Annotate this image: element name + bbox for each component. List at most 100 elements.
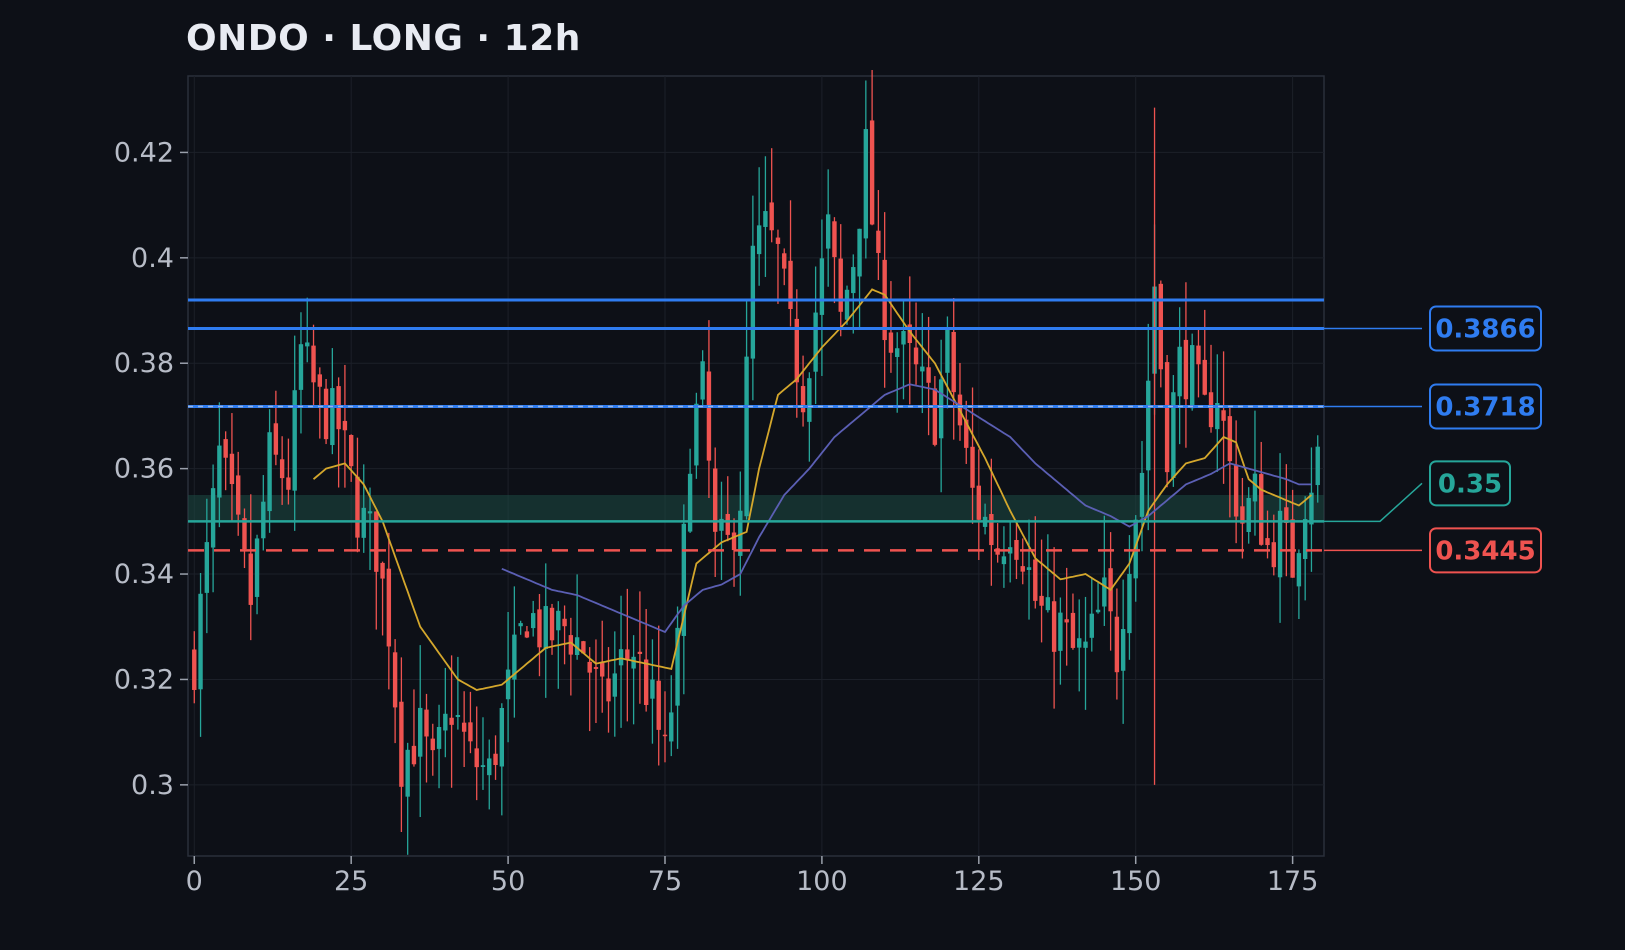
candle-body-down bbox=[593, 667, 599, 669]
candle-body-up bbox=[857, 228, 862, 277]
candle-body-down bbox=[1051, 601, 1057, 652]
candle-body-down bbox=[606, 678, 611, 702]
candle-body-up bbox=[443, 713, 448, 731]
candle-body-up bbox=[1252, 473, 1258, 502]
candle-body-up bbox=[204, 542, 210, 593]
candle-body-up bbox=[813, 312, 818, 372]
candle-body-down bbox=[562, 618, 567, 627]
candle-body-down bbox=[392, 652, 398, 708]
x-tick-label: 175 bbox=[1267, 866, 1319, 897]
candle-body-up bbox=[198, 593, 203, 690]
candle-body-up bbox=[895, 348, 900, 357]
candle-body-up bbox=[687, 473, 693, 532]
y-tick-label: 0.32 bbox=[114, 664, 174, 695]
candle-body-up bbox=[744, 356, 749, 517]
candle-body-down bbox=[775, 237, 781, 244]
candle-body-up bbox=[1146, 380, 1151, 471]
candle-body-up bbox=[1127, 573, 1132, 634]
candle-body-up bbox=[487, 758, 492, 776]
candle-body-up bbox=[1102, 577, 1107, 607]
candle-body-down bbox=[788, 260, 793, 310]
candle-body-up bbox=[418, 707, 423, 757]
candle-body-up bbox=[330, 388, 335, 446]
candle-body-up bbox=[530, 613, 536, 629]
candle-body-down bbox=[449, 717, 454, 725]
candle-body-up bbox=[1058, 612, 1063, 651]
candle-body-up bbox=[1177, 346, 1182, 397]
candle-body-up bbox=[1296, 553, 1302, 587]
candle-body-up bbox=[1083, 641, 1088, 648]
candle-body-down bbox=[706, 371, 712, 461]
candle-body-down bbox=[832, 221, 837, 258]
y-tick-label: 0.34 bbox=[114, 559, 174, 590]
candle-body-down bbox=[989, 514, 994, 546]
candle-body-up bbox=[901, 331, 906, 345]
candle-body-down bbox=[1158, 283, 1164, 370]
plot-frame bbox=[187, 75, 1325, 857]
candle-body-up bbox=[267, 432, 272, 512]
candle-body-down bbox=[1164, 362, 1170, 473]
candle-body-down bbox=[731, 532, 737, 551]
candle-body-down bbox=[242, 518, 247, 550]
badge-connector bbox=[1324, 482, 1423, 523]
x-tick-label: 125 bbox=[953, 866, 1005, 897]
candle-body-down bbox=[1064, 619, 1069, 623]
candle-body-up bbox=[756, 225, 762, 255]
candle-body-up bbox=[1001, 556, 1007, 565]
x-tick-label: 25 bbox=[334, 866, 368, 897]
candle-body-down bbox=[951, 331, 956, 393]
candle-body-down bbox=[229, 453, 235, 485]
candle-body-up bbox=[1309, 492, 1314, 525]
x-tick-label: 100 bbox=[796, 866, 848, 897]
candle-body-down bbox=[380, 562, 385, 579]
candle-body-down bbox=[1039, 595, 1044, 606]
candle-body-up bbox=[1026, 567, 1032, 570]
candle-body-down bbox=[1014, 540, 1019, 560]
candle-body-down bbox=[643, 659, 649, 705]
candle-body-down bbox=[1196, 345, 1201, 365]
level-badge-label: 0.35 bbox=[1438, 469, 1502, 499]
candle-body-down bbox=[342, 420, 348, 431]
candle-body-down bbox=[355, 476, 360, 538]
candle-body-down bbox=[637, 651, 643, 654]
x-tick-label: 75 bbox=[648, 866, 682, 897]
candle-body-down bbox=[537, 609, 542, 648]
y-tick-label: 0.3 bbox=[131, 770, 174, 801]
candle-body-up bbox=[499, 708, 505, 767]
y-tick-label: 0.38 bbox=[114, 348, 174, 379]
candle-body-up bbox=[825, 214, 831, 249]
x-tick-label: 50 bbox=[491, 866, 525, 897]
candle-body-up bbox=[863, 129, 869, 239]
candle-body-up bbox=[945, 329, 950, 373]
candle-body-up bbox=[1139, 472, 1145, 517]
candle-body-down bbox=[800, 386, 806, 413]
x-tick-label: 0 bbox=[186, 866, 203, 897]
candle-body-down bbox=[468, 722, 473, 742]
candle-body-down bbox=[1070, 612, 1076, 648]
candle-body-down bbox=[838, 258, 843, 312]
candle-body-down bbox=[286, 477, 291, 490]
candle-body-up bbox=[518, 623, 523, 627]
level-badge-label: 0.3445 bbox=[1435, 536, 1535, 566]
candle-body-up bbox=[807, 378, 812, 422]
candle-body-down bbox=[248, 553, 253, 605]
candle-body-up bbox=[505, 669, 511, 700]
candle-body-down bbox=[348, 434, 354, 467]
y-tick-label: 0.42 bbox=[114, 137, 174, 168]
y-tick-label: 0.36 bbox=[114, 454, 174, 485]
candle-body-down bbox=[769, 202, 774, 231]
candle-body-down bbox=[1259, 474, 1264, 545]
candle-body-up bbox=[1302, 519, 1308, 560]
candle-body-up bbox=[819, 258, 825, 315]
candle-body-up bbox=[556, 610, 561, 631]
candle-body-up bbox=[1089, 613, 1094, 638]
candle-body-up bbox=[261, 501, 266, 539]
candle-body-up bbox=[1045, 597, 1051, 611]
candle-body-down bbox=[430, 738, 435, 751]
candle-body-down bbox=[1114, 616, 1120, 673]
candle-body-down bbox=[876, 230, 881, 253]
candle-body-down bbox=[970, 446, 975, 488]
candle-body-down bbox=[1020, 566, 1025, 572]
candle-body-down bbox=[411, 745, 417, 765]
candle-body-up bbox=[254, 538, 260, 597]
